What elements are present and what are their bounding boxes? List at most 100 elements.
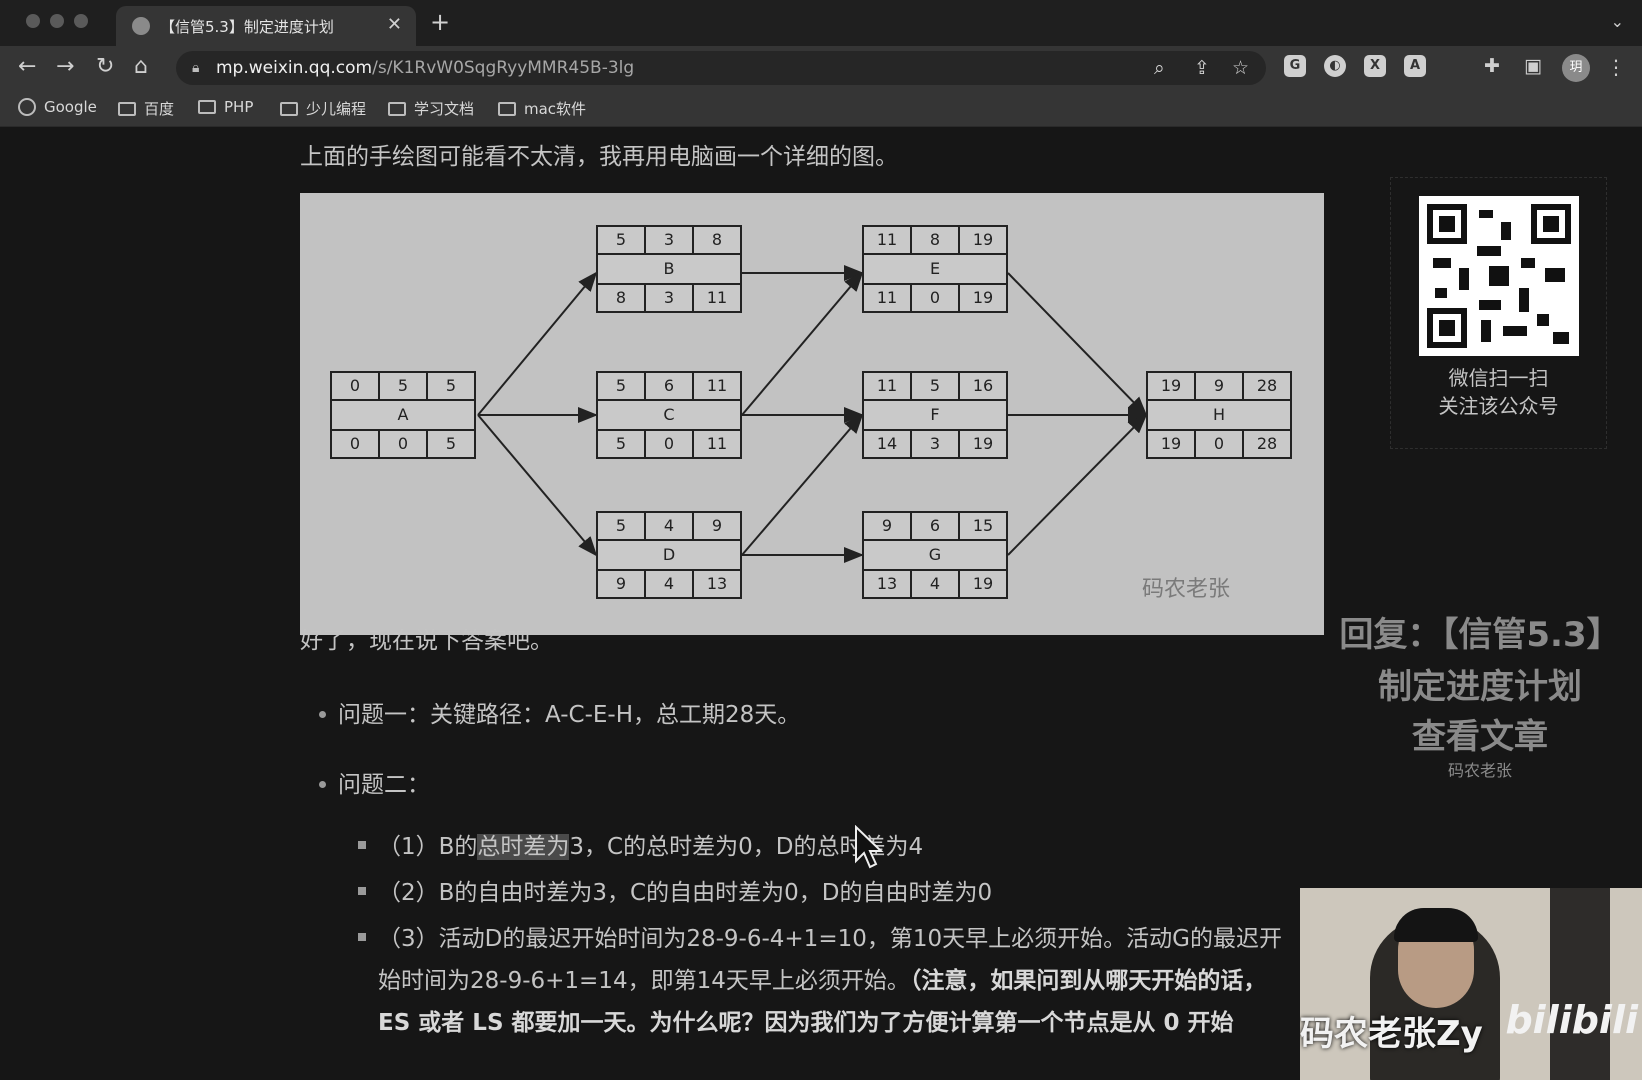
wechat-favicon-icon — [132, 17, 150, 35]
square-bullet — [358, 841, 366, 849]
selected-text: 总时差为 — [477, 834, 570, 860]
reply-overlay-author: 码农老张 — [1447, 761, 1512, 780]
back-icon[interactable]: ← — [18, 54, 36, 79]
bookmark-folder-kids-coding[interactable]: 少儿编程 — [280, 98, 366, 119]
circle-extension-icon[interactable]: ◐ — [1324, 55, 1346, 77]
url-text[interactable]: mp.weixin.qq.com/s/K1RvW0SqgRyyMMR45B-3l… — [216, 58, 634, 78]
node-es: 11 — [864, 373, 912, 399]
translate-extension-icon[interactable]: G — [1284, 55, 1306, 77]
node-ef: 15 — [972, 516, 994, 535]
node-duration: 5 — [380, 373, 428, 399]
node-a: 055 A 005 — [330, 371, 476, 459]
node-es: 11 — [864, 227, 912, 253]
font-extension-icon[interactable]: A — [1404, 55, 1426, 77]
answer-item-3-line-3: ES 或者 LS 都要加一天。为什么呢？因为我们为了方便计算第一个节点是从 0 … — [378, 1010, 1234, 1036]
address-bar[interactable]: 🔒︎ mp.weixin.qq.com/s/K1RvW0SqgRyyMMR45B… — [176, 51, 1266, 85]
qr-code-image[interactable] — [1419, 196, 1579, 356]
bookmark-folder-study-docs[interactable]: 学习文档 — [388, 98, 474, 119]
node-d: 549 D 9 4 13 — [596, 511, 742, 599]
node-c: 5 6 11 C 5 0 11 — [596, 371, 742, 459]
forward-icon[interactable]: → — [56, 54, 74, 79]
intro-paragraph: 上面的手绘图可能看不太清，我再用电脑画一个详细的图。 — [300, 144, 898, 170]
answer-item-1: （1）B的总时差为3，C的总时差为0，D的总时差为4 — [378, 834, 924, 860]
bookmark-star-icon[interactable]: ☆ — [1232, 57, 1249, 79]
node-ef: 28 — [1256, 376, 1278, 395]
new-tab-button[interactable]: + — [430, 8, 450, 36]
qr-finder — [1427, 308, 1467, 348]
node-label: G — [928, 545, 942, 564]
extensions-puzzle-icon[interactable]: ✚ — [1484, 55, 1500, 77]
node-lf: 19 — [972, 574, 994, 593]
bookmark-folder-mac-software[interactable]: mac软件 — [498, 98, 586, 119]
bookmark-google[interactable]: Google — [18, 98, 97, 116]
side-panel-icon[interactable]: ▣ — [1524, 55, 1542, 77]
node-ef: 16 — [972, 376, 994, 395]
arrow-d-f — [741, 413, 864, 556]
qr-finder — [1531, 204, 1571, 244]
folder-icon — [280, 102, 298, 116]
node-ls: 8 — [598, 285, 646, 311]
node-label: F — [930, 405, 940, 424]
node-duration: 6 — [646, 373, 694, 399]
streamer-name: 码农老张Zy — [1300, 1014, 1483, 1054]
mouse-cursor-icon — [855, 825, 884, 869]
node-duration: 6 — [912, 513, 960, 539]
close-window-button[interactable] — [26, 14, 40, 28]
node-lf: 11 — [706, 288, 728, 307]
qr-caption-follow: 关注该公众号 — [1438, 394, 1559, 418]
bilibili-logo: bilibili — [1505, 998, 1638, 1042]
active-tab[interactable]: 【信管5.3】制定进度计划 ✕ — [116, 6, 416, 46]
node-float: 3 — [912, 431, 960, 457]
node-es: 19 — [1148, 373, 1196, 399]
node-label: H — [1212, 405, 1226, 424]
tab-search-chevron-icon[interactable]: ⌄ — [1611, 12, 1624, 31]
folder-icon — [198, 100, 216, 114]
node-es: 9 — [864, 513, 912, 539]
node-duration: 5 — [912, 373, 960, 399]
node-lf: 19 — [972, 288, 994, 307]
zoom-icon[interactable]: ⌕ — [1154, 57, 1165, 79]
bookmark-baidu[interactable]: 百度 — [118, 98, 174, 119]
tab-strip: 【信管5.3】制定进度计划 ✕ + ⌄ — [0, 0, 1642, 46]
reply-overlay-line-2: 制定进度计划 — [1378, 667, 1582, 707]
node-ls: 0 — [332, 431, 380, 457]
qr-code-panel: 微信扫一扫 关注该公众号 — [1390, 177, 1607, 449]
minimize-window-button[interactable] — [50, 14, 64, 28]
node-float: 3 — [646, 285, 694, 311]
node-ls: 13 — [864, 571, 912, 597]
bookmark-folder-php[interactable]: PHP — [198, 98, 253, 116]
node-es: 5 — [598, 513, 646, 539]
node-lf: 11 — [706, 434, 728, 453]
node-ls: 14 — [864, 431, 912, 457]
home-icon[interactable]: ⌂ — [134, 54, 148, 79]
node-ef: 5 — [445, 376, 457, 395]
profile-avatar[interactable]: 玥 — [1562, 54, 1590, 82]
reload-icon[interactable]: ↻ — [96, 54, 114, 79]
node-f: 11 5 16 F 14 3 19 — [862, 371, 1008, 459]
tab-title: 【信管5.3】制定进度计划 — [160, 18, 334, 36]
arrow-c-e — [741, 271, 864, 416]
reply-overlay-line-1: 回复：【信管5.3】 — [1339, 615, 1621, 655]
browser-menu-icon[interactable]: ⋮ — [1606, 55, 1626, 79]
x-extension-icon[interactable]: X — [1364, 55, 1386, 77]
zoom-window-button[interactable] — [74, 14, 88, 28]
qr-finder — [1427, 204, 1467, 244]
network-diagram-image: 055 A 005 538 B 8 3 11 5 6 11 C 5 0 11 549 D 9… — [300, 193, 1324, 635]
node-b: 538 B 8 3 11 — [596, 225, 742, 313]
node-duration: 4 — [646, 513, 694, 539]
answer-item-3-line-2: 始时间为28-9-6+1=14，即第14天早上必须开始。（注意，如果问到从哪天开… — [378, 968, 1267, 994]
square-bullet — [358, 933, 366, 941]
qr-caption-scan: 微信扫一扫 — [1448, 366, 1549, 390]
node-lf: 28 — [1256, 434, 1278, 453]
answer-item-3-line-1: （3）活动D的最迟开始时间为28-9-6-4+1=10，第10天早上必须开始。活… — [378, 926, 1282, 952]
node-es: 0 — [332, 373, 380, 399]
node-lf: 13 — [706, 574, 728, 593]
node-ef: 8 — [711, 230, 723, 249]
share-icon[interactable]: ⇪ — [1194, 57, 1210, 79]
node-es: 5 — [598, 227, 646, 253]
node-float: 0 — [912, 285, 960, 311]
node-label: E — [929, 259, 941, 278]
bullet-dot — [319, 781, 326, 788]
tab-close-icon[interactable]: ✕ — [387, 14, 402, 35]
lock-icon[interactable]: 🔒︎ — [192, 60, 199, 76]
